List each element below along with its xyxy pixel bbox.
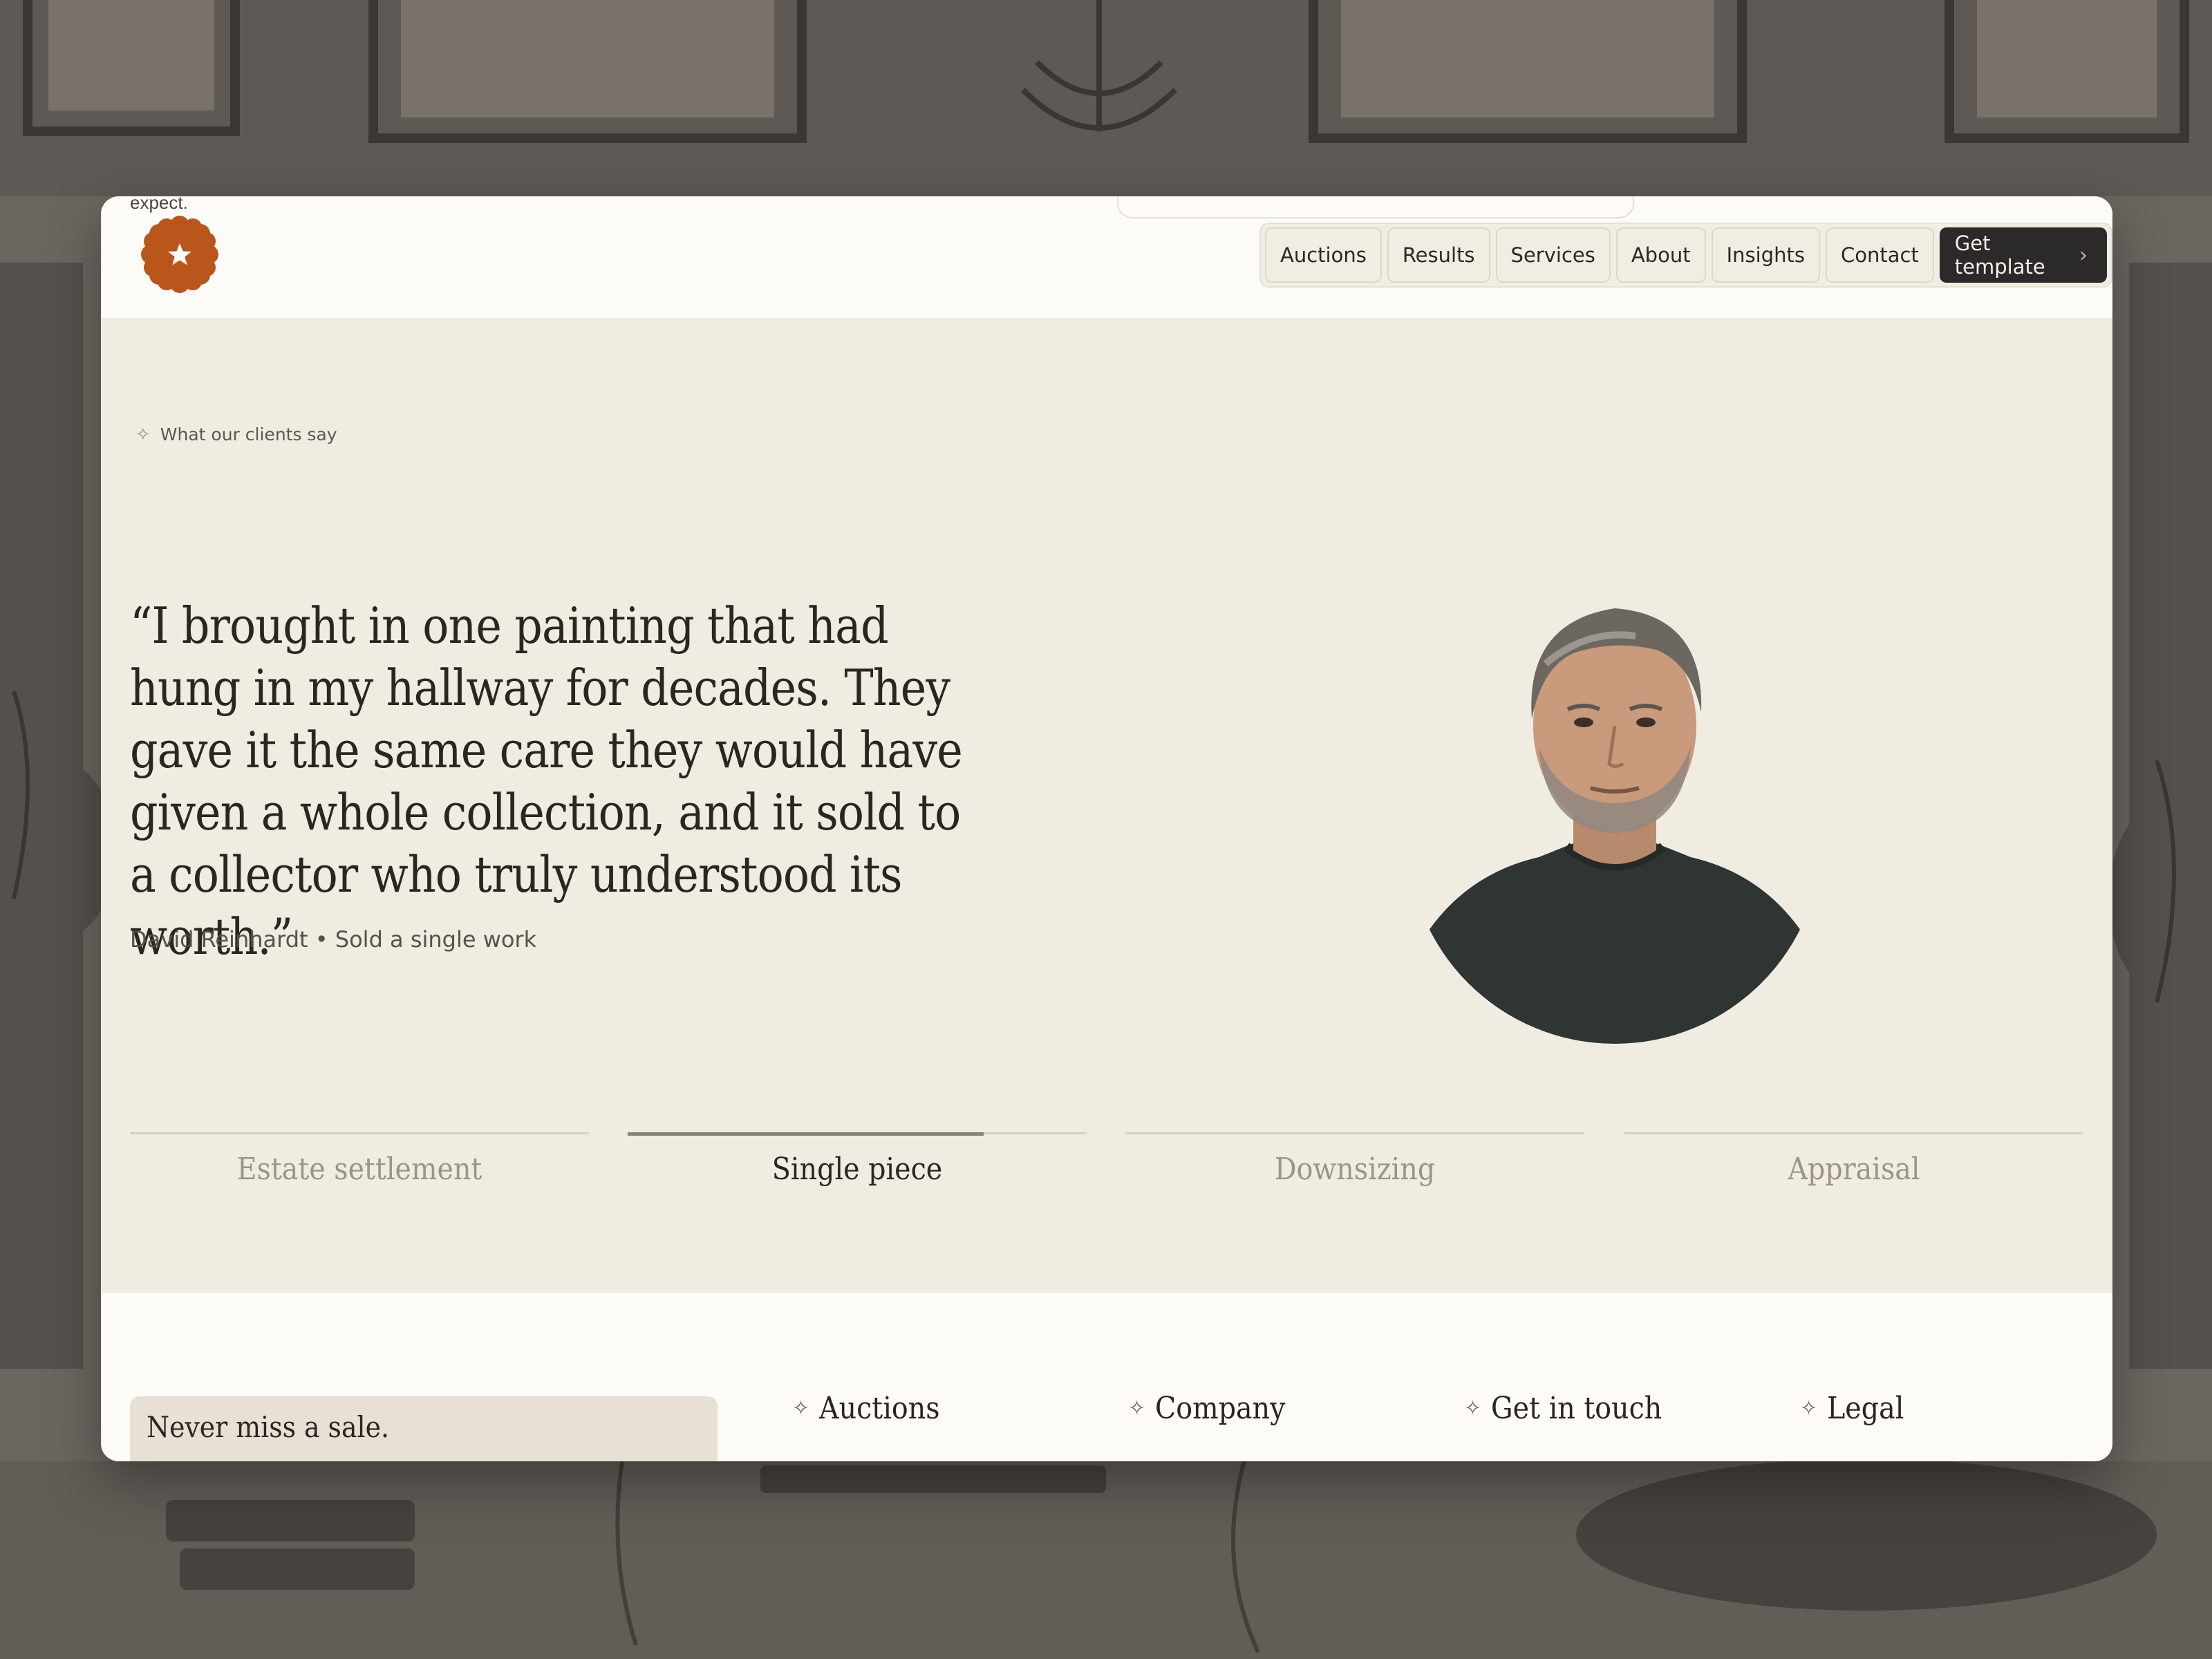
tab-rule bbox=[1624, 1132, 2083, 1134]
tab-label: Estate settlement bbox=[236, 1152, 482, 1187]
sparkle-icon: ✧ bbox=[1464, 1396, 1482, 1421]
nav-insights[interactable]: Insights bbox=[1711, 227, 1820, 283]
sparkle-icon: ✧ bbox=[792, 1396, 810, 1421]
scrolled-input-fragment bbox=[1117, 196, 1634, 218]
footer-column-company: ✧ Company bbox=[1128, 1391, 1300, 1426]
client-portrait bbox=[1407, 608, 1822, 1044]
testimonial-quote: “I brought in one painting that had hung… bbox=[130, 597, 963, 966]
tab-estate-settlement[interactable]: Estate settlement bbox=[130, 1132, 589, 1201]
tab-label: Appraisal bbox=[1788, 1152, 1920, 1187]
sparkle-icon: ✧ bbox=[1800, 1396, 1818, 1421]
testimonial-tabs: Estate settlement Single piece Downsizin… bbox=[130, 1132, 2083, 1201]
tab-single-piece[interactable]: Single piece bbox=[628, 1132, 1087, 1201]
nav-contact[interactable]: Contact bbox=[1825, 227, 1934, 283]
footer-column-auctions: ✧ Auctions bbox=[792, 1391, 953, 1426]
get-template-label: Get template bbox=[1954, 232, 2045, 279]
browser-window: expect. Auctions Results Services About … bbox=[101, 196, 2112, 1461]
tab-rule bbox=[1125, 1132, 1584, 1134]
chevron-right-icon: › bbox=[2079, 243, 2088, 268]
tab-label: Single piece bbox=[771, 1152, 943, 1187]
sparkle-icon: ✧ bbox=[135, 424, 151, 445]
testimonials-section: ✧ What our clients say “I brought in one… bbox=[101, 318, 2112, 1293]
site-footer: Never miss a sale. ✧ Auctions ✧ Company … bbox=[101, 1293, 2112, 1461]
newsletter-heading: Never miss a sale. bbox=[147, 1410, 389, 1444]
sparkle-icon: ✧ bbox=[1128, 1396, 1146, 1421]
tab-downsizing[interactable]: Downsizing bbox=[1125, 1132, 1584, 1201]
nav-results[interactable]: Results bbox=[1387, 227, 1490, 283]
footer-column-get-in-touch: ✧ Get in touch bbox=[1464, 1391, 1681, 1426]
nav-services[interactable]: Services bbox=[1495, 227, 1611, 283]
eyebrow-label: What our clients say bbox=[160, 424, 337, 444]
footer-column-title: Legal bbox=[1827, 1391, 1904, 1426]
footer-column-legal: ✧ Legal bbox=[1800, 1391, 1913, 1426]
footer-column-title: Get in touch bbox=[1491, 1391, 1662, 1426]
scrolled-text-fragment: expect. bbox=[130, 196, 188, 213]
main-nav: Auctions Results Services About Insights… bbox=[1259, 223, 2112, 288]
footer-column-title: Auctions bbox=[819, 1391, 940, 1426]
tab-rule bbox=[130, 1132, 589, 1134]
testimonial-author: David Reinhardt • Sold a single work bbox=[130, 926, 537, 953]
nav-auctions[interactable]: Auctions bbox=[1265, 227, 1382, 283]
star-flower-logo-icon[interactable] bbox=[141, 216, 218, 293]
section-eyebrow: ✧ What our clients say bbox=[135, 424, 337, 444]
nav-about[interactable]: About bbox=[1615, 227, 1706, 283]
tab-label: Downsizing bbox=[1274, 1152, 1436, 1187]
newsletter-card: Never miss a sale. bbox=[130, 1396, 718, 1461]
site-header: expect. Auctions Results Services About … bbox=[101, 196, 2112, 318]
get-template-button[interactable]: Get template › bbox=[1939, 227, 2107, 283]
footer-column-title: Company bbox=[1155, 1391, 1286, 1426]
tab-progress-indicator bbox=[628, 1132, 984, 1136]
tab-appraisal[interactable]: Appraisal bbox=[1624, 1132, 2083, 1201]
